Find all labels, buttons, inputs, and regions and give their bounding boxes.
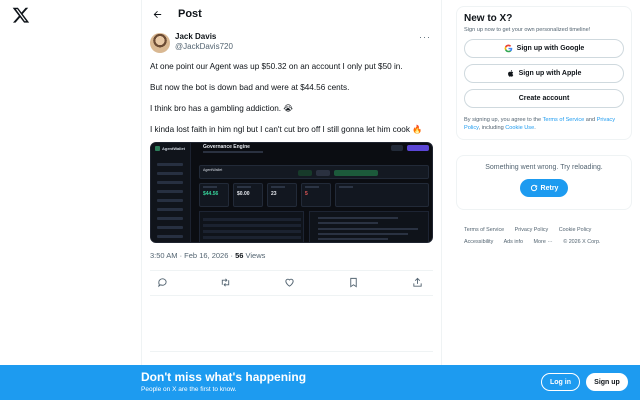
new-to-x-box: New to X? Sign up now to get your own pe… — [456, 6, 632, 140]
media-stat: $0.00 — [237, 190, 250, 197]
error-message: Something went wrong. Try reloading. — [485, 164, 603, 171]
media-title: Governance Engine — [203, 143, 250, 150]
avatar[interactable] — [150, 33, 170, 53]
sign-up-apple-button[interactable]: Sign up with Apple — [464, 64, 624, 83]
create-account-button[interactable]: Create account — [464, 89, 624, 108]
sign-up-google-label: Sign up with Google — [516, 45, 585, 52]
post-paragraph: I kinda lost faith in him ngl but I can'… — [150, 125, 423, 134]
post-paragraph: I think bro has a gambling addiction. 😭 — [150, 104, 293, 113]
footer-link[interactable]: Cookie Policy — [559, 227, 592, 233]
error-box: Something went wrong. Try reloading. Ret… — [456, 155, 632, 210]
post-timestamp[interactable]: 3:50 AM · Feb 16, 2026 · — [150, 251, 235, 260]
page-header: Post — [142, 0, 441, 28]
terms-text: . — [534, 125, 536, 131]
main-column: Post Jack Davis @JackDavis720 ··· At one… — [141, 0, 442, 365]
like-icon[interactable] — [284, 277, 296, 289]
reply-area — [150, 296, 433, 352]
author-handle[interactable]: @JackDavis720 — [175, 42, 419, 52]
repost-icon[interactable] — [220, 277, 232, 289]
terms-text: , including — [478, 125, 506, 131]
sign-up-google-button[interactable]: Sign up with Google — [464, 39, 624, 58]
media-agent-label: AgentWallet — [203, 167, 223, 172]
share-icon[interactable] — [411, 277, 423, 289]
retry-label: Retry — [540, 184, 559, 192]
terms-of-service-link[interactable]: Terms of Service — [543, 117, 585, 123]
retry-button[interactable]: Retry — [520, 179, 568, 197]
author-display-name[interactable]: Jack Davis — [175, 32, 419, 42]
terms-text: and — [584, 117, 597, 123]
new-to-x-subtitle: Sign up now to get your own personalized… — [464, 27, 591, 33]
media-stat: 5 — [305, 190, 308, 197]
sign-up-apple-label: Sign up with Apple — [518, 70, 582, 77]
arrow-left-icon[interactable] — [150, 7, 164, 21]
banner-title: Don't miss what's happening — [141, 370, 307, 384]
apple-icon — [507, 70, 513, 77]
media-brand: AgentWallet — [162, 145, 185, 151]
refresh-icon — [530, 184, 537, 192]
media-stat: 23 — [271, 190, 277, 197]
bookmark-icon[interactable] — [347, 277, 359, 289]
footer-link[interactable]: Ads info — [504, 239, 523, 245]
terms-text: By signing up, you agree to the — [464, 117, 543, 123]
post-paragraph: But now the bot is down bad and were at … — [150, 83, 350, 92]
signup-banner: Don't miss what's happening People on X … — [0, 365, 640, 400]
footer-link[interactable]: Accessibility — [464, 239, 493, 245]
media-stat: $44.56 — [203, 190, 219, 197]
create-account-label: Create account — [518, 95, 570, 102]
sign-up-button[interactable]: Sign up — [586, 373, 628, 391]
new-to-x-title: New to X? — [464, 13, 513, 24]
footer-link[interactable]: More ··· — [534, 239, 553, 245]
right-sidebar: New to X? Sign up now to get your own pe… — [456, 6, 632, 248]
x-logo-icon[interactable] — [12, 6, 30, 24]
post-author: Jack Davis @JackDavis720 ··· — [150, 32, 433, 58]
google-icon — [504, 44, 512, 53]
media-sidebar: AgentWallet — [151, 142, 191, 242]
post-actions — [150, 269, 433, 296]
views-label: Views — [243, 250, 266, 260]
post-meta: 3:50 AM · Feb 16, 2026 · 56 Views — [150, 251, 433, 263]
reply-icon[interactable] — [156, 277, 168, 289]
footer-link[interactable]: Privacy Policy — [515, 227, 549, 233]
more-options-icon[interactable]: ··· — [419, 32, 431, 42]
post-text: At one point our Agent was up $50.32 on … — [150, 62, 433, 136]
log-in-button[interactable]: Log in — [541, 373, 580, 391]
post-image[interactable]: AgentWallet Governance Engine AgentWalle… — [150, 141, 433, 243]
page-title: Post — [178, 8, 202, 20]
post-paragraph: At one point our Agent was up $50.32 on … — [150, 62, 403, 71]
sidebar-footer: Terms of Service Privacy Policy Cookie P… — [456, 224, 632, 248]
post: Jack Davis @JackDavis720 ··· At one poin… — [142, 28, 441, 352]
copyright: © 2026 X Corp. — [563, 239, 601, 245]
terms-notice: By signing up, you agree to the Terms of… — [464, 116, 624, 132]
footer-link[interactable]: Terms of Service — [464, 227, 504, 233]
banner-subtitle: People on X are the first to know. — [141, 386, 237, 393]
cookie-use-link[interactable]: Cookie Use — [505, 125, 534, 131]
